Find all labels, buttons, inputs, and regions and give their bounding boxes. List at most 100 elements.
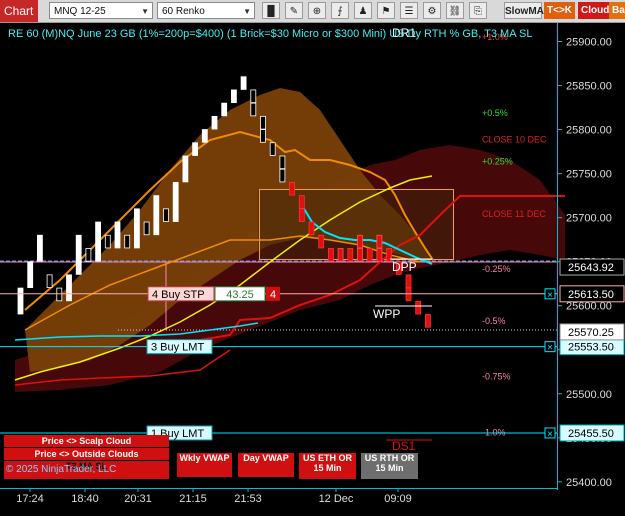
brick-up bbox=[114, 221, 121, 236]
brick-down bbox=[124, 234, 131, 249]
draw-tool-icon[interactable]: ✎ bbox=[285, 2, 303, 19]
properties-icon[interactable]: ☰ bbox=[400, 2, 418, 19]
brick-down bbox=[143, 221, 150, 236]
brick-up bbox=[172, 182, 179, 196]
brick-down bbox=[327, 248, 334, 262]
us-rth-or-button[interactable]: US RTH OR 15 Min bbox=[361, 453, 418, 479]
brick-down bbox=[260, 129, 266, 143]
indicators-icon[interactable]: ⨍ bbox=[331, 2, 349, 19]
close-glyph: × bbox=[547, 429, 553, 440]
brick-down bbox=[260, 115, 266, 130]
brick-down bbox=[85, 248, 92, 262]
brick-down bbox=[269, 142, 276, 156]
copyright-text: © 2025 NinjaTrader, LLC bbox=[6, 464, 117, 475]
brick-up bbox=[230, 89, 237, 104]
brick-up bbox=[75, 261, 82, 275]
percent-label: +0.25% bbox=[482, 156, 513, 166]
brick-up bbox=[133, 234, 140, 249]
attach-icon[interactable]: ⎘ bbox=[469, 2, 487, 19]
brick-down bbox=[289, 182, 296, 196]
brick-up bbox=[153, 208, 160, 222]
strategy-icon[interactable]: ♟ bbox=[354, 2, 372, 19]
brick-down bbox=[415, 300, 422, 315]
link-icon[interactable]: ⛓ bbox=[446, 2, 464, 19]
brick-up bbox=[240, 76, 247, 90]
brick-down bbox=[46, 274, 53, 288]
template-icon[interactable]: ⚑ bbox=[377, 2, 395, 19]
brick-up bbox=[75, 248, 82, 262]
order-pnl: 43.25 bbox=[226, 289, 254, 301]
brick-up bbox=[357, 234, 363, 249]
brick-down bbox=[104, 234, 111, 249]
brick-down bbox=[250, 102, 257, 117]
period-value: 60 Renko bbox=[162, 6, 205, 17]
brick-down bbox=[279, 155, 286, 170]
bar-toggle[interactable]: Bar bbox=[609, 2, 625, 19]
brick-up bbox=[95, 248, 101, 262]
wpp-label: WPP bbox=[373, 307, 400, 321]
price-tick-label: 25700.00 bbox=[566, 213, 612, 225]
brick-down bbox=[424, 314, 431, 328]
brick-up bbox=[221, 102, 228, 117]
cloud-toggle[interactable]: Cloud bbox=[578, 2, 613, 19]
chevron-down-icon: ▼ bbox=[141, 7, 149, 16]
brick-up bbox=[211, 115, 218, 130]
settings-icon[interactable]: ⚙ bbox=[423, 2, 441, 19]
order-price: 25553.50 bbox=[568, 342, 614, 354]
wkly-vwap-button[interactable]: Wkly VWAP bbox=[177, 453, 232, 477]
chart-title: RE 60 (M)NQ June 23 GB (1%=200p=$400) (1… bbox=[8, 28, 532, 40]
slowma-button[interactable]: SlowMA bbox=[504, 2, 544, 19]
brick-up bbox=[27, 274, 34, 288]
price-tick-label: 25900.00 bbox=[566, 36, 612, 48]
zoom-icon[interactable]: ⊕ bbox=[308, 2, 326, 19]
brick-up bbox=[95, 234, 101, 249]
us-eth-or-button[interactable]: US ETH OR 15 Min bbox=[299, 453, 356, 479]
brick-up bbox=[37, 234, 43, 249]
brick-down bbox=[308, 221, 315, 236]
brick-down bbox=[279, 168, 286, 183]
brick-down bbox=[347, 248, 354, 262]
price-tick-label: 25750.00 bbox=[566, 169, 612, 181]
scalp-cloud-button[interactable]: Price <> Scalp Cloud bbox=[4, 435, 169, 447]
period-selector[interactable]: 60 Renko ▼ bbox=[157, 2, 255, 19]
brick-up bbox=[133, 208, 140, 222]
price-tick-label: 25800.00 bbox=[566, 125, 612, 137]
chart-area[interactable]: DPP WPP DR1 DS1 +1.0% +0.5% CLOSE 10 DEC +0… bbox=[0, 23, 625, 511]
brick-up bbox=[95, 221, 101, 236]
tk-toggle[interactable]: T<>K bbox=[544, 2, 576, 19]
percent-label: -0.25% bbox=[482, 264, 511, 274]
brick-up bbox=[182, 155, 189, 170]
chart-tab[interactable]: Chart bbox=[0, 0, 38, 22]
brick-up bbox=[153, 221, 160, 236]
order-qty: 4 bbox=[270, 289, 276, 301]
price-tick-label: 25850.00 bbox=[566, 81, 612, 93]
percent-label: -0.5% bbox=[482, 316, 506, 326]
order-price: 25455.50 bbox=[568, 428, 614, 440]
time-tick-label: 20:31 bbox=[124, 493, 152, 505]
day-vwap-button[interactable]: Day VWAP bbox=[238, 453, 294, 477]
brick-down bbox=[163, 208, 169, 222]
percent-label: -0.75% bbox=[482, 371, 511, 381]
price-marker-text: 25570.25 bbox=[568, 327, 614, 339]
brick-up bbox=[66, 274, 72, 288]
time-tick-label: 09:09 bbox=[384, 493, 412, 505]
brick-up bbox=[337, 248, 344, 262]
time-tick-label: 21:53 bbox=[234, 493, 262, 505]
brick-up bbox=[37, 248, 43, 262]
toolbar: Chart MNQ 12-25 ▼ 60 Renko ▼ ▐▌ ✎ ⊕ ⨍ ♟ ⚑ … bbox=[0, 0, 625, 23]
price-tick-label: 25500.00 bbox=[566, 389, 612, 401]
brick-down bbox=[298, 195, 305, 209]
dpp-label: DPP bbox=[392, 260, 417, 274]
bar-chart-icon[interactable]: ▐▌ bbox=[262, 2, 280, 19]
brick-up bbox=[192, 142, 199, 156]
brick-up bbox=[172, 195, 179, 209]
brick-down bbox=[405, 274, 412, 288]
brick-up bbox=[182, 168, 189, 183]
outside-clouds-button[interactable]: Price <> Outside Clouds bbox=[4, 448, 169, 460]
brick-up bbox=[201, 129, 208, 143]
instrument-selector[interactable]: MNQ 12-25 ▼ bbox=[49, 2, 153, 19]
order-label: 3 Buy LMT bbox=[151, 342, 204, 354]
price-marker-text: 25643.92 bbox=[568, 262, 614, 274]
brick-up bbox=[75, 234, 82, 249]
order-label: 4 Buy STP bbox=[152, 289, 205, 301]
